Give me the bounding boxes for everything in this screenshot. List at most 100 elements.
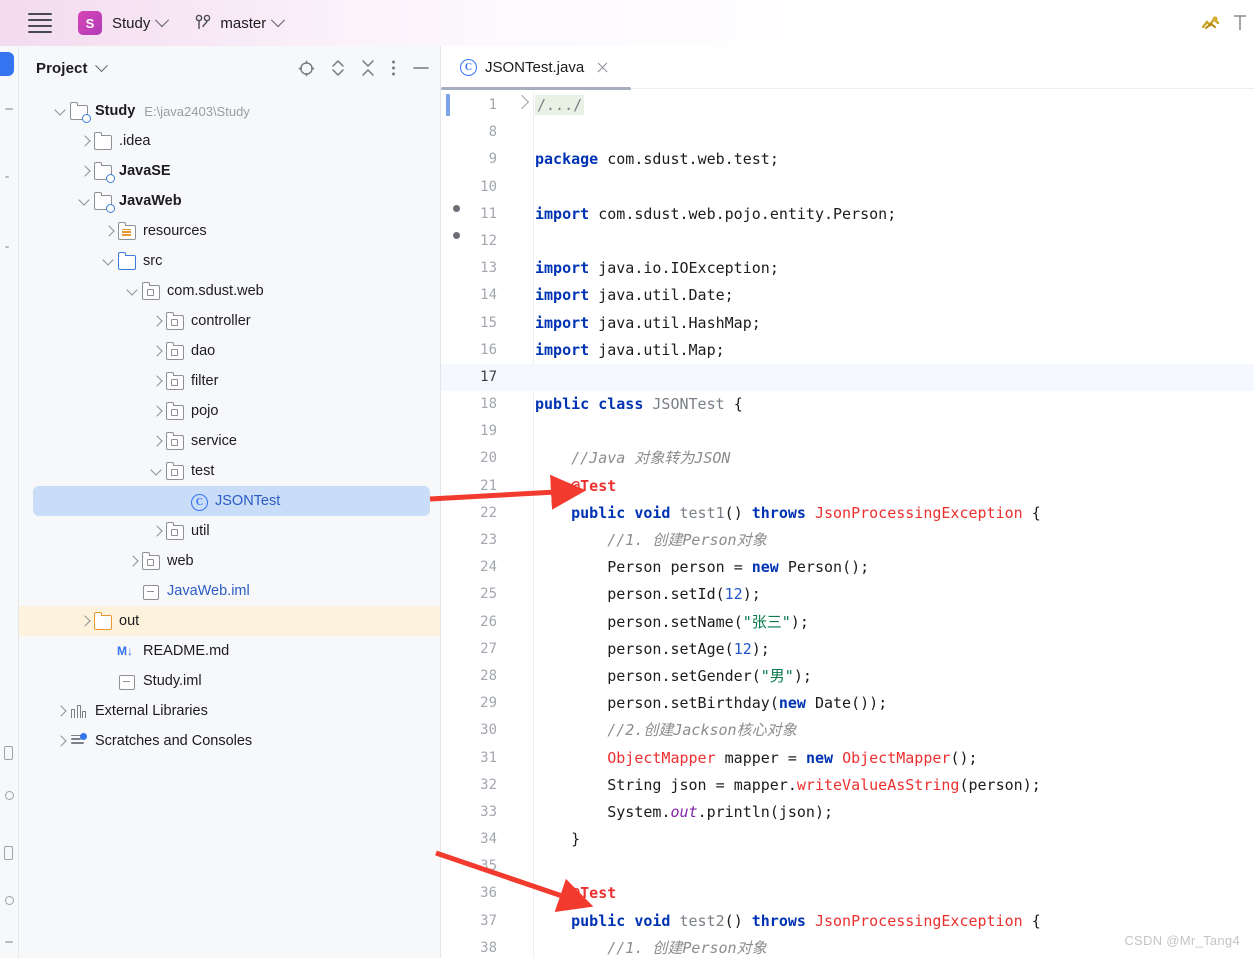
stripe-button-project[interactable] xyxy=(0,52,14,76)
chevron-right-icon[interactable] xyxy=(53,703,69,719)
chevron-right-icon[interactable] xyxy=(125,553,141,569)
code-line-26[interactable]: 26 person.setName("张三"); xyxy=(441,609,1254,636)
code-line-17[interactable]: 17 xyxy=(441,363,1254,392)
tree-node-service[interactable]: service xyxy=(19,426,440,456)
tree-node-util[interactable]: util xyxy=(19,516,440,546)
hide-panel-icon[interactable] xyxy=(412,59,430,77)
code-line-22[interactable]: 22 public void test1() throws JsonProces… xyxy=(441,500,1254,527)
code-line-15[interactable]: 15 import java.util.HashMap; xyxy=(441,310,1254,337)
code-line-24[interactable]: 24 Person person = new Person(); xyxy=(441,554,1254,581)
line-number: 24 xyxy=(480,559,497,576)
tree-node-resources[interactable]: resources xyxy=(19,216,440,246)
code-line-37[interactable]: 37 public void test2() throws JsonProces… xyxy=(441,908,1254,935)
tree-node-test[interactable]: test xyxy=(19,456,440,486)
code-line-1[interactable]: 1 /.../ xyxy=(441,92,1254,119)
partial-right-icon[interactable] xyxy=(1232,12,1248,34)
chevron-right-icon[interactable] xyxy=(149,523,165,539)
chevron-down-icon[interactable] xyxy=(53,103,69,119)
code-line-13[interactable]: 13 import java.io.IOException; xyxy=(441,255,1254,282)
line-number: 12 xyxy=(480,232,497,249)
tree-node-controller[interactable]: controller xyxy=(19,306,440,336)
tree-node-out[interactable]: out xyxy=(19,606,440,636)
code-line-19[interactable]: 19 xyxy=(441,418,1254,445)
tree-node-web[interactable]: web xyxy=(19,546,440,576)
code-line-31[interactable]: 31 ObjectMapper mapper = new ObjectMappe… xyxy=(441,745,1254,772)
code-line-23[interactable]: 23 //1. 创建Person对象 xyxy=(441,527,1254,554)
chevron-right-icon[interactable] xyxy=(53,733,69,749)
tree-node-javaweb[interactable]: JavaWeb xyxy=(19,186,440,216)
vcs-branch-widget[interactable]: master xyxy=(195,13,286,32)
editor-horizontal-scrollbar[interactable] xyxy=(441,87,631,90)
line-number: 30 xyxy=(480,722,497,739)
chevron-down-icon[interactable] xyxy=(101,253,117,269)
code-lines: 1 /.../ 8 9 package com.sdust.web.test; 10 11 i… xyxy=(441,92,1254,958)
more-options-icon[interactable] xyxy=(391,59,396,77)
run-config-icon[interactable] xyxy=(1200,12,1222,34)
tree-node-external-libraries[interactable]: External Libraries xyxy=(19,696,440,726)
code-line-33[interactable]: 33 System.out.println(json); xyxy=(441,799,1254,826)
close-icon[interactable] xyxy=(596,61,609,74)
chevron-right-icon[interactable] xyxy=(77,163,93,179)
tree-node-scratches-and-consoles[interactable]: Scratches and Consoles xyxy=(19,726,440,756)
tree-node-com-sdust-web[interactable]: com.sdust.web xyxy=(19,276,440,306)
chevron-right-icon[interactable] xyxy=(77,133,93,149)
tree-node-study[interactable]: Study E:\java2403\Study xyxy=(19,96,440,126)
stripe-button-bookmarks[interactable] xyxy=(4,746,13,760)
tree-node-src[interactable]: src xyxy=(19,246,440,276)
code-editor[interactable]: 1 /.../ 8 9 package com.sdust.web.test; 10 11 i… xyxy=(441,92,1254,958)
chevron-right-icon[interactable] xyxy=(149,313,165,329)
tree-node-pojo[interactable]: pojo xyxy=(19,396,440,426)
tree-node-javase[interactable]: JavaSE xyxy=(19,156,440,186)
chevron-down-icon[interactable] xyxy=(94,58,108,72)
line-content: //2.创建Jackson核心对象 xyxy=(535,721,797,740)
tree-node-label: service xyxy=(191,433,237,449)
tree-node-study-iml[interactable]: Study.iml xyxy=(19,666,440,696)
code-line-29[interactable]: 29 person.setBirthday(new Date()); xyxy=(441,690,1254,717)
chevron-right-icon[interactable] xyxy=(149,433,165,449)
chevron-down-icon[interactable] xyxy=(149,463,165,479)
code-line-10[interactable]: 10 xyxy=(441,174,1254,201)
expand-collapse-icon[interactable] xyxy=(331,59,345,77)
main-menu-icon[interactable] xyxy=(28,13,52,33)
code-line-36[interactable]: 36 @Test xyxy=(441,880,1254,907)
chevron-right-icon[interactable] xyxy=(149,343,165,359)
stripe-button-problems[interactable] xyxy=(5,941,13,943)
code-line-11[interactable]: 11 import com.sdust.web.pojo.entity.Perso… xyxy=(441,201,1254,228)
code-line-20[interactable]: 20 //Java 对象转为JSON xyxy=(441,445,1254,472)
chevron-right-icon[interactable] xyxy=(101,223,117,239)
tree-node-jsontest[interactable]: C JSONTest xyxy=(33,486,430,516)
code-line-35[interactable]: 35 xyxy=(441,853,1254,880)
code-line-32[interactable]: 32 String json = mapper.writeValueAsStri… xyxy=(441,772,1254,799)
stripe-button-notifications[interactable] xyxy=(5,791,14,800)
tree-node-dao[interactable]: dao xyxy=(19,336,440,366)
chevron-right-icon[interactable] xyxy=(149,373,165,389)
chevron-down-icon[interactable] xyxy=(77,193,93,209)
code-line-21[interactable]: 21 @Test xyxy=(441,473,1254,500)
tree-node-filter[interactable]: filter xyxy=(19,366,440,396)
chevron-down-icon[interactable] xyxy=(125,283,141,299)
code-line-25[interactable]: 25 person.setId(12); xyxy=(441,581,1254,608)
project-widget[interactable]: S Study xyxy=(78,11,170,35)
stripe-button-commit[interactable] xyxy=(5,176,9,178)
select-opened-file-icon[interactable] xyxy=(298,60,315,77)
code-line-14[interactable]: 14 import java.util.Date; xyxy=(441,282,1254,309)
code-line-12[interactable]: 12 xyxy=(441,228,1254,255)
code-line-16[interactable]: 16 import java.util.Map; xyxy=(441,337,1254,364)
code-line-27[interactable]: 27 person.setAge(12); xyxy=(441,636,1254,663)
code-line-18[interactable]: 18 public class JSONTest { xyxy=(441,391,1254,418)
code-line-28[interactable]: 28 person.setGender("男"); xyxy=(441,663,1254,690)
collapse-all-icon[interactable] xyxy=(361,59,375,77)
chevron-right-icon[interactable] xyxy=(149,403,165,419)
tree-node-idea[interactable]: .idea xyxy=(19,126,440,156)
stripe-button-structure[interactable] xyxy=(5,246,9,248)
tree-node-readme-md[interactable]: M↓ README.md xyxy=(19,636,440,666)
code-line-9[interactable]: 9 package com.sdust.web.test; xyxy=(441,146,1254,173)
tab-jsontest-java[interactable]: C JSONTest.java xyxy=(454,52,617,82)
code-line-30[interactable]: 30 //2.创建Jackson核心对象 xyxy=(441,717,1254,744)
code-line-34[interactable]: 34 } xyxy=(441,826,1254,853)
stripe-button-terminal[interactable] xyxy=(4,846,13,860)
stripe-button-services[interactable] xyxy=(5,896,14,905)
code-line-8[interactable]: 8 xyxy=(441,119,1254,146)
chevron-right-icon[interactable] xyxy=(77,613,93,629)
tree-node-javaweb-iml[interactable]: JavaWeb.iml xyxy=(19,576,440,606)
